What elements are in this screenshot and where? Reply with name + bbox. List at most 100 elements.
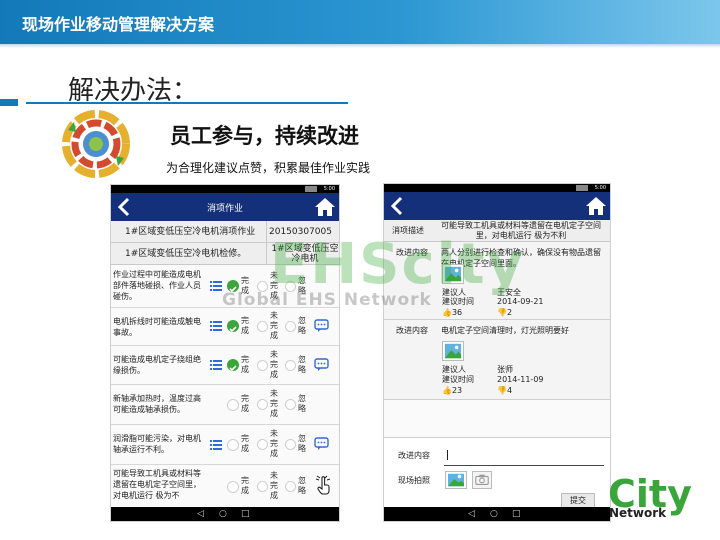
watermark-tagline: Global EHS Network: [222, 290, 432, 310]
like-button[interactable]: 👍36: [442, 308, 462, 317]
watermark-logo: EHScity: [270, 232, 526, 297]
submit-button[interactable]: 提交: [561, 493, 595, 508]
ignore-radio[interactable]: [285, 481, 296, 492]
content-label: 改进内容: [398, 451, 430, 460]
nav-back-icon[interactable]: ◁: [468, 507, 475, 521]
suggestion-text: 电机定子空间清理时，灯光照明要好: [441, 326, 569, 335]
task-description: 润滑脂可能污染，对电机轴承运行不利。: [113, 434, 201, 454]
undone-label: 未完成: [270, 311, 278, 340]
ignore-label: 忽略: [298, 316, 306, 335]
app-bar: [384, 192, 610, 220]
status-bar: 5:00: [111, 185, 339, 193]
status-time: 5:00: [323, 186, 335, 192]
task-row: 电机拆线时可能造成触电事故。 完成 未完成 忽略: [111, 308, 339, 346]
time-label: 建议时间: [442, 297, 474, 306]
ignore-label: 忽略: [298, 355, 306, 374]
suggestion-time: 2014-11-09: [497, 375, 544, 384]
done-label: 完成: [241, 355, 249, 374]
ignore-radio[interactable]: [285, 321, 296, 332]
image-icon[interactable]: [442, 341, 464, 361]
dislike-count: 4: [506, 386, 513, 395]
like-count: 36: [451, 308, 463, 317]
time-label: 建议时间: [442, 375, 474, 384]
suggestion-label: 改进内容: [396, 326, 428, 335]
task-row: 润滑脂可能污染，对电机轴承运行不利。 完成 未完成 忽略: [111, 425, 339, 465]
done-radio[interactable]: [227, 399, 239, 411]
ignore-label: 忽略: [298, 434, 306, 453]
status-time: 5:00: [594, 185, 606, 191]
home-icon[interactable]: [584, 194, 608, 218]
undone-label: 未完成: [270, 350, 278, 379]
undone-radio[interactable]: [257, 481, 268, 492]
nav-recents-icon[interactable]: □: [241, 507, 250, 521]
ignore-radio[interactable]: [285, 439, 296, 450]
camera-icon[interactable]: [472, 471, 492, 489]
home-icon[interactable]: [313, 195, 337, 219]
section-underline: [26, 102, 348, 104]
like-count: 23: [451, 386, 463, 395]
list-icon[interactable]: [210, 440, 222, 450]
brand-logo-sub: Network: [609, 506, 667, 520]
task-description: 新轴承加热时，温度过高可能造成轴承损伤。: [113, 394, 201, 414]
comment-icon[interactable]: [314, 437, 329, 451]
title-bar-shadow: [0, 44, 720, 48]
nav-recents-icon[interactable]: □: [512, 507, 521, 521]
undone-radio[interactable]: [257, 399, 268, 410]
nav-home-icon[interactable]: ○: [219, 507, 227, 521]
done-radio[interactable]: [227, 481, 239, 493]
done-radio-checked[interactable]: [227, 320, 239, 333]
check-icon: [229, 365, 237, 372]
back-arrow-icon[interactable]: [386, 194, 410, 218]
ignore-label: 忽略: [298, 394, 306, 413]
nav-home-icon[interactable]: ○: [490, 507, 498, 521]
task-description: 作业过程中可能造成电机部件落地碰损、作业人员碰伤。: [113, 270, 201, 301]
undone-radio[interactable]: [257, 360, 268, 371]
done-label: 完成: [241, 476, 249, 495]
check-icon: [229, 326, 237, 333]
list-icon[interactable]: [210, 321, 222, 331]
thumbs-up-icon: 👍: [442, 386, 452, 395]
author-name: 张师: [497, 365, 513, 374]
list-icon[interactable]: [210, 360, 222, 370]
list-icon[interactable]: [210, 281, 222, 291]
photo-label: 现场拍照: [398, 476, 430, 485]
ignore-radio[interactable]: [285, 399, 296, 410]
suggestion-form: 改进内容 现场拍照 提交: [384, 437, 610, 510]
nav-back-icon[interactable]: ◁: [197, 507, 204, 521]
slide-title-bar: 现场作业移动管理解决方案: [0, 0, 720, 44]
task-description: 电机拆线时可能造成触电事故。: [113, 317, 201, 337]
ignore-radio[interactable]: [285, 360, 296, 371]
app-bar: 消项作业: [111, 193, 339, 221]
dislike-button[interactable]: 👎4: [497, 386, 512, 395]
android-nav-bar: ◁ ○ □: [384, 507, 610, 521]
signal-icon: [305, 186, 317, 192]
comment-icon[interactable]: [314, 319, 329, 333]
task-description: 可能导致工机具或材料等遗留在电机定子空间里，对电机运行 极为不: [113, 469, 201, 500]
done-radio[interactable]: [227, 439, 239, 451]
dislike-button[interactable]: 👎2: [497, 308, 512, 317]
thumbs-down-icon: 👎: [497, 308, 507, 317]
undone-radio[interactable]: [257, 321, 268, 332]
undone-radio[interactable]: [257, 439, 268, 450]
slide-title: 现场作业移动管理解决方案: [22, 15, 215, 34]
subheadline: 为合理化建议点赞，积累最佳作业实践: [166, 161, 371, 175]
done-label: 完成: [241, 316, 249, 335]
task-description: 可能造成电机定子绕组绝缘损伤。: [113, 355, 201, 375]
task-row: 可能导致工机具或材料等遗留在电机定子空间里，对电机运行 极为不 完成 未完成 忽…: [111, 465, 339, 509]
ignore-label: 忽略: [298, 476, 306, 495]
thumbs-down-icon: 👎: [497, 386, 507, 395]
content-input[interactable]: [444, 441, 604, 466]
status-bar: 5:00: [384, 184, 610, 192]
done-radio-checked[interactable]: [227, 359, 239, 372]
task-row: 新轴承加热时，温度过高可能造成轴承损伤。 完成 未完成 忽略: [111, 385, 339, 425]
android-nav-bar: ◁ ○ □: [111, 507, 339, 521]
undone-label: 未完成: [270, 429, 278, 458]
suggestion-item: 改进内容 电机定子空间清理时，灯光照明要好 建议人 张师 建议时间 2014-1…: [384, 320, 610, 400]
like-button[interactable]: 👍23: [442, 386, 462, 395]
app-title: 消项作业: [206, 204, 243, 214]
dislike-count: 2: [506, 308, 513, 317]
headline: 员工参与，持续改进: [170, 124, 359, 148]
tap-hand-icon[interactable]: [314, 475, 332, 495]
comment-icon[interactable]: [314, 358, 329, 372]
image-icon[interactable]: [445, 471, 467, 489]
